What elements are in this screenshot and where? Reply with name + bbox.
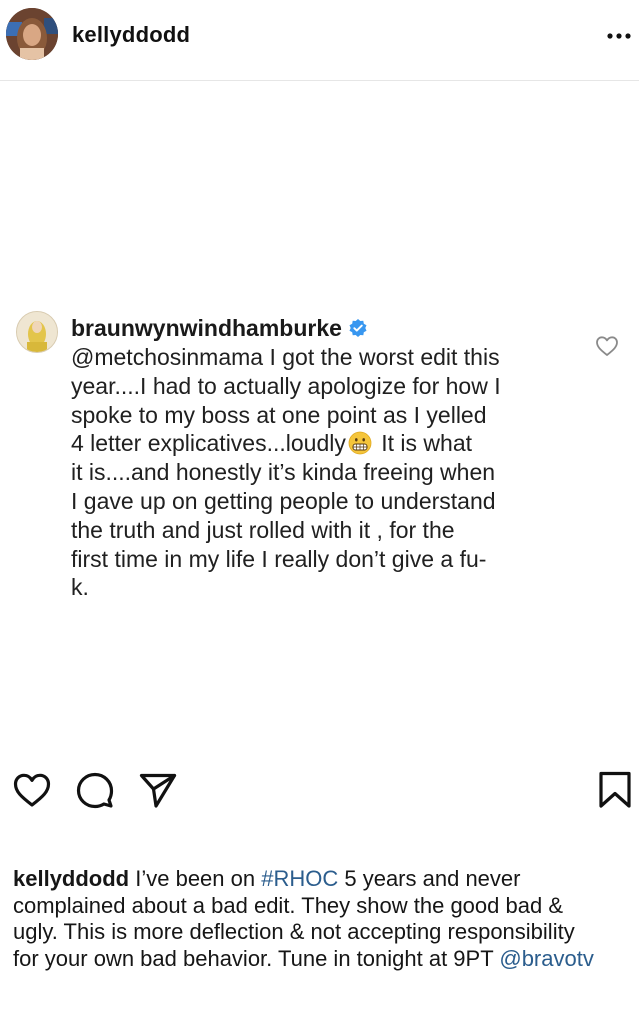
share-button[interactable] [138,770,178,810]
author-username[interactable]: kellyddodd [72,22,190,48]
caption-text: for your own bad behavior. Tune in tonig… [13,945,500,971]
post-caption: kellyddodd I’ve been on #RHOC 5 years an… [13,866,635,972]
comment-line: year....I had to actually apologize for … [71,372,501,399]
more-horizontal-icon [607,33,631,39]
comment-line: I gave up on getting people to understan… [71,487,496,514]
comment-line: spoke to my boss at one point as I yelle… [71,401,487,428]
save-button[interactable] [595,770,635,810]
author-avatar[interactable] [6,8,58,60]
comment-line: k. [71,574,89,601]
caption-text: 5 years and never [338,866,521,891]
comment-username: braunwynwindhamburke [71,314,342,341]
post-action-bar [0,770,639,810]
comment-line: I got the worst edit this [263,344,500,370]
comment-text: @metchosinmama I got the worst edit this… [71,343,556,602]
verified-badge-icon [349,319,367,337]
caption-text: complained about a bad edit. They show t… [13,892,563,918]
comment-avatar [16,311,58,353]
heart-outline-icon [13,773,51,807]
hashtag-link[interactable]: #RHOC [261,866,338,891]
comment-line: it is....and honestly it’s kinda freeing… [71,459,496,486]
comment-line: first time in my life I really don’t giv… [71,545,487,572]
like-button[interactable] [12,770,52,810]
caption-text: ugly. This is more deflection & not acce… [13,919,575,944]
comment-line: It is what [374,430,473,457]
comment-mention: @metchosinmama [71,344,264,370]
comment-line: the truth and just rolled with it , for … [71,516,455,543]
caption-username[interactable]: kellyddodd [13,866,129,891]
more-options-button[interactable] [600,22,636,50]
comment-button[interactable] [75,770,115,810]
comment-line: 4 letter explicatives...loudly [71,430,346,457]
grimacing-face-emoji [348,431,372,455]
paper-plane-icon [139,773,177,808]
comment-bubble-icon [76,772,114,809]
bookmark-icon [599,771,631,808]
mention-link[interactable]: @bravotv [499,946,593,971]
heart-outline-icon [596,336,618,356]
comment: braunwynwindhamburke @metchosinmama I go… [71,313,571,602]
caption-text: I’ve been on [129,866,262,891]
post-header: kellyddodd [0,0,639,81]
comment-like-button [595,335,619,357]
